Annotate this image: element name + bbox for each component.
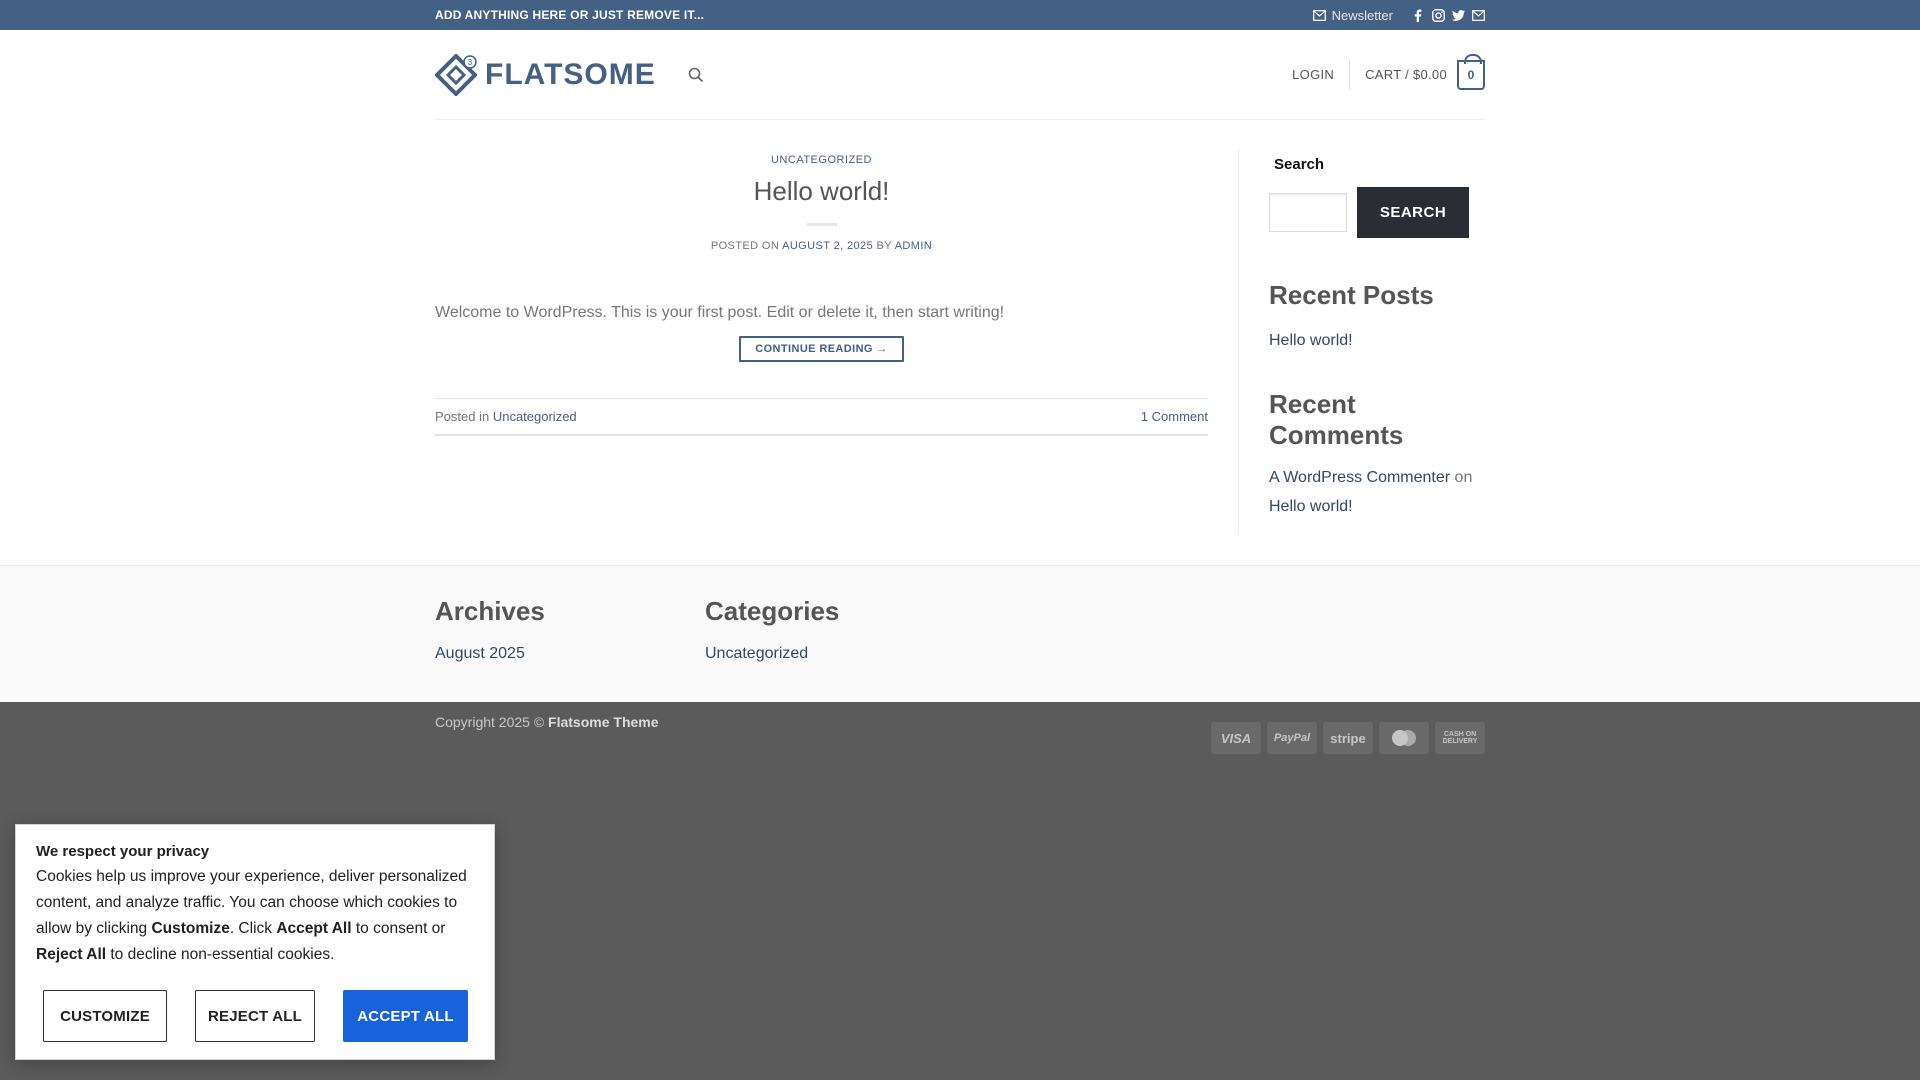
categories-widget: Categories Uncategorized [705,596,975,663]
post-author-link[interactable]: ADMIN [895,240,932,252]
posted-in: Posted in Uncategorized [435,409,577,424]
recent-posts-title: Recent Posts [1269,280,1434,310]
payment-icons: VISA PayPal stripe CASH ON DELIVERY [1211,722,1485,754]
cookie-body-2: . Click [229,920,277,937]
post-category-link[interactable]: UNCATEGORIZED [771,154,872,166]
post-meta-prefix: POSTED ON [710,240,783,252]
site-header: 3 FLATSOME LOGIN CART / $0.00 0 [435,30,1485,120]
cookie-consent-banner: We respect your privacy Cookies help us … [15,824,495,1060]
cookie-body-reject: Reject All [36,946,107,963]
posted-in-category-link[interactable]: Uncategorized [493,409,577,424]
nav-divider [1349,59,1351,90]
twitter-icon[interactable] [1451,8,1465,22]
cart-link[interactable]: CART / $0.00 0 [1365,53,1485,90]
comment-on-text: on [1450,469,1473,486]
post-date-link[interactable]: AUGUST 2, 2025 [782,240,873,252]
paypal-icon: PayPal [1267,722,1317,754]
footer-widgets: Archives August 2025 Categories Uncatego… [0,565,1920,702]
categories-link[interactable]: Uncategorized [705,645,975,663]
posted-in-label: Posted in [435,409,493,424]
recent-post-link[interactable]: Hello world! [1269,327,1485,355]
archives-link[interactable]: August 2025 [435,645,705,663]
post-meta: POSTED ON AUGUST 2, 2025 BY ADMIN [435,240,1208,252]
cookie-body-accept: Accept All [276,920,352,937]
recent-comment: A WordPress Commenter on Hello world! [1269,463,1485,521]
mastercard-icon [1379,722,1429,754]
comments-link[interactable]: 1 Comment [1141,409,1208,424]
top-bar: ADD ANYTHING HERE OR JUST REMOVE IT... N… [0,0,1920,30]
top-bar-announcement: ADD ANYTHING HERE OR JUST REMOVE IT... [435,8,705,22]
cookie-buttons: CUSTOMIZE REJECT ALL ACCEPT ALL [36,990,474,1042]
cart-count-badge: 0 [1457,53,1485,90]
site-logo[interactable]: 3 FLATSOME [435,53,656,96]
email-icon[interactable] [1471,8,1485,22]
continue-wrap: CONTINUE READING → [435,336,1208,362]
title-divider [806,223,837,226]
main-area: UNCATEGORIZED Hello world! POSTED ON AUG… [435,120,1485,565]
newsletter-link[interactable]: Newsletter [1312,7,1393,23]
cart-label: CART / $0.00 [1365,67,1447,82]
copyright-text: Copyright 2025 © Flatsome Theme [435,714,659,754]
post-content: UNCATEGORIZED Hello world! POSTED ON AUG… [435,150,1208,565]
copyright-brand: Flatsome Theme [548,714,659,730]
top-bar-right: Newsletter [1312,7,1485,23]
visa-icon: VISA [1211,722,1261,754]
login-link[interactable]: LOGIN [1292,67,1334,82]
accept-all-button[interactable]: ACCEPT ALL [343,990,468,1042]
envelope-icon [1312,9,1326,21]
header-nav: LOGIN CART / $0.00 0 [1292,53,1485,90]
logo-icon: 3 [435,53,477,96]
post-excerpt: Welcome to WordPress. This is your first… [435,304,1005,321]
cookie-body-4: to decline non-essential cookies. [106,946,335,963]
sidebar-search-input[interactable] [1269,193,1347,232]
instagram-icon[interactable] [1431,8,1445,22]
post-meta-by: BY [873,240,895,252]
post-header: UNCATEGORIZED Hello world! POSTED ON AUG… [435,150,1208,252]
recent-comments-title: Recent Comments [1269,389,1404,450]
search-icon [688,67,703,82]
archives-widget: Archives August 2025 [435,596,705,663]
cookie-body-customize: Customize [151,920,230,937]
search-widget: SEARCH [1269,187,1485,238]
archives-title: Archives [435,596,545,626]
logo-text: FLATSOME [485,57,656,91]
facebook-icon[interactable] [1411,8,1425,22]
newsletter-label: Newsletter [1331,7,1393,23]
comment-post-link[interactable]: Hello world! [1269,498,1353,515]
search-widget-label: Search [1274,156,1325,173]
header-search-button[interactable] [688,67,704,83]
customize-button[interactable]: CUSTOMIZE [43,990,167,1042]
cash-on-delivery-icon: CASH ON DELIVERY [1435,722,1485,754]
cookie-body-3: to consent or [351,920,446,937]
categories-title: Categories [705,596,840,626]
sidebar: Search SEARCH Recent Posts Hello world! … [1239,150,1485,565]
copyright-prefix: Copyright 2025 © [435,714,549,730]
post-footer: Posted in Uncategorized 1 Comment [435,398,1208,436]
continue-reading-button[interactable]: CONTINUE READING → [739,336,904,362]
stripe-icon: stripe [1323,722,1373,754]
reject-all-button[interactable]: REJECT ALL [195,990,315,1042]
comment-author-link[interactable]: A WordPress Commenter [1269,469,1450,486]
sidebar-search-button[interactable]: SEARCH [1357,187,1469,238]
svg-text:3: 3 [468,58,473,67]
post-title[interactable]: Hello world! [435,176,1208,207]
cookie-body: Cookies help us improve your experience,… [36,864,474,968]
cookie-title: We respect your privacy [36,843,210,860]
